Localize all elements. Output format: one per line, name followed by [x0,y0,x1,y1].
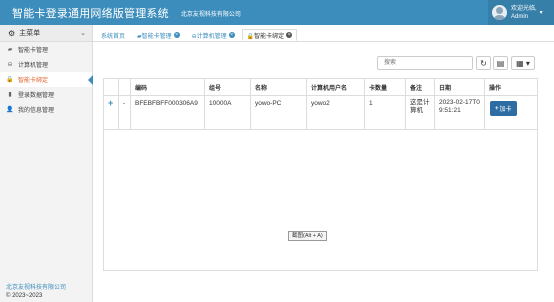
main-menu-header[interactable]: ⚙ 主菜单 ⌄ [0,25,92,42]
column-header-card-count[interactable]: 卡数量 [364,79,405,95]
tab-card-binding[interactable]: 🔒智能卡绑定 × [241,29,298,41]
tab-label: 🔒智能卡绑定 [246,33,285,40]
table-row: + - BFEBFBFF000306A9 10000A yowo-PC yowo… [104,96,537,130]
column-header-action: 操作 [484,79,537,95]
tab-card-management[interactable]: ▰智能卡管理 × [132,29,185,41]
column-header-date[interactable]: 日期 [434,79,484,95]
plus-icon: + [495,105,499,112]
sidebar-item-my-info[interactable]: 👤 我的信息管理 [0,102,92,117]
close-icon[interactable]: × [286,32,293,38]
caret-down-icon: ▾ [539,10,543,16]
sidebar-item-computer-management[interactable]: ⊖ 计算机管理 [0,57,92,72]
minus-circle-icon: ⊖ [7,62,13,68]
sidebar-item-label: 我的信息管理 [18,108,55,114]
user-menu[interactable]: 欢迎光临, Admin ▾ [488,0,554,25]
sidebar-item-label: 计算机管理 [18,63,49,69]
search-input[interactable] [377,56,473,70]
footer-copyright: © 2023~2023 [6,293,43,299]
column-header-code[interactable]: 编码 [130,79,204,95]
sidebar-item-login-data[interactable]: ▮ 登录数据管理 [0,87,92,102]
column-header-group[interactable]: 组号 [204,79,250,95]
close-icon[interactable]: × [228,32,235,38]
row-dash: - [118,96,130,129]
tab-label: ▰智能卡管理 [137,33,172,40]
grid-menu-button[interactable]: ▦ ▾ [511,56,535,70]
refresh-icon: ↻ [480,58,487,68]
sidebar-item-label: 智能卡管理 [18,48,49,54]
column-header-name[interactable]: 名称 [250,79,306,95]
cell-card-count: 1 [364,96,405,129]
tab-bar: 系统首页 ▰智能卡管理 × ⊖计算机管理 × 🔒智能卡绑定 × [93,28,554,42]
app-title: 智能卡登录通用网络版管理系统 [12,7,169,20]
table-header: 编码 组号 名称 计算机用户名 卡数量 备注 日期 操作 [104,79,537,96]
expand-row-button[interactable]: + [104,96,118,129]
plus-icon: + [108,98,114,108]
screenshot-tooltip: 截图(Alt + A) [288,231,327,241]
user-icon: 👤 [6,107,14,113]
add-card-button[interactable]: + 加卡 [490,101,517,116]
username: Admin [511,13,529,20]
chevron-down-icon[interactable]: ⌄ [80,29,86,37]
main-menu-title: 主菜单 [19,30,41,37]
tab-label: ⊖计算机管理 [191,33,227,40]
cell-name: yowo-PC [250,96,306,129]
column-header-remark[interactable]: 备注 [405,79,434,95]
tab-home[interactable]: 系统首页 [96,29,130,41]
add-card-label: 加卡 [499,107,512,113]
cell-date: 2023-02-17T09:51:21 [434,96,484,129]
data-table: 编码 组号 名称 计算机用户名 卡数量 备注 日期 操作 + - BFEBFBF… [103,78,538,271]
user-avatar-icon [492,5,507,20]
footer-company-link[interactable]: 北京友视科技有限公司 [6,285,66,291]
lock-icon: 🔒 [6,77,14,83]
columns-button[interactable]: ▤ [493,56,508,70]
welcome-text: 欢迎光临, [511,5,537,12]
close-icon[interactable]: × [173,32,180,38]
data-icon: ▮ [8,92,12,98]
cell-group: 10000A [204,96,250,129]
gear-icon: ⚙ [8,28,16,38]
tab-computer-management[interactable]: ⊖计算机管理 × [187,29,240,41]
company-name: 北京友视科技有限公司 [180,12,241,18]
top-header-bar: 智能卡登录通用网络版管理系统 北京友视科技有限公司 欢迎光临, Admin ▾ [0,0,554,25]
tab-label: 系统首页 [101,33,126,40]
grid-icon: ▦ ▾ [516,58,530,68]
refresh-button[interactable]: ↻ [476,56,491,70]
sidebar-item-label: 登录数据管理 [18,93,55,99]
cell-code: BFEBFBFF000306A9 [130,96,204,129]
sidebar-footer: 北京友视科技有限公司 © 2023~2023 [6,284,66,300]
sidebar-item-label: 智能卡绑定 [18,78,49,84]
sidebar-item-card-management[interactable]: ▰ 智能卡管理 [0,42,92,57]
cell-remark: 这是计算机 [405,96,434,129]
column-header-pc-user[interactable]: 计算机用户名 [306,79,364,95]
sidebar-item-card-binding[interactable]: 🔒 智能卡绑定 [0,72,93,87]
cell-pc-user: yowo2 [306,96,364,129]
card-icon: ▰ [7,47,13,53]
columns-icon: ▤ [496,58,505,68]
sidebar: ⚙ 主菜单 ⌄ ▰ 智能卡管理 ⊖ 计算机管理 🔒 智能卡绑定 ▮ 登录数据管理… [0,25,93,302]
